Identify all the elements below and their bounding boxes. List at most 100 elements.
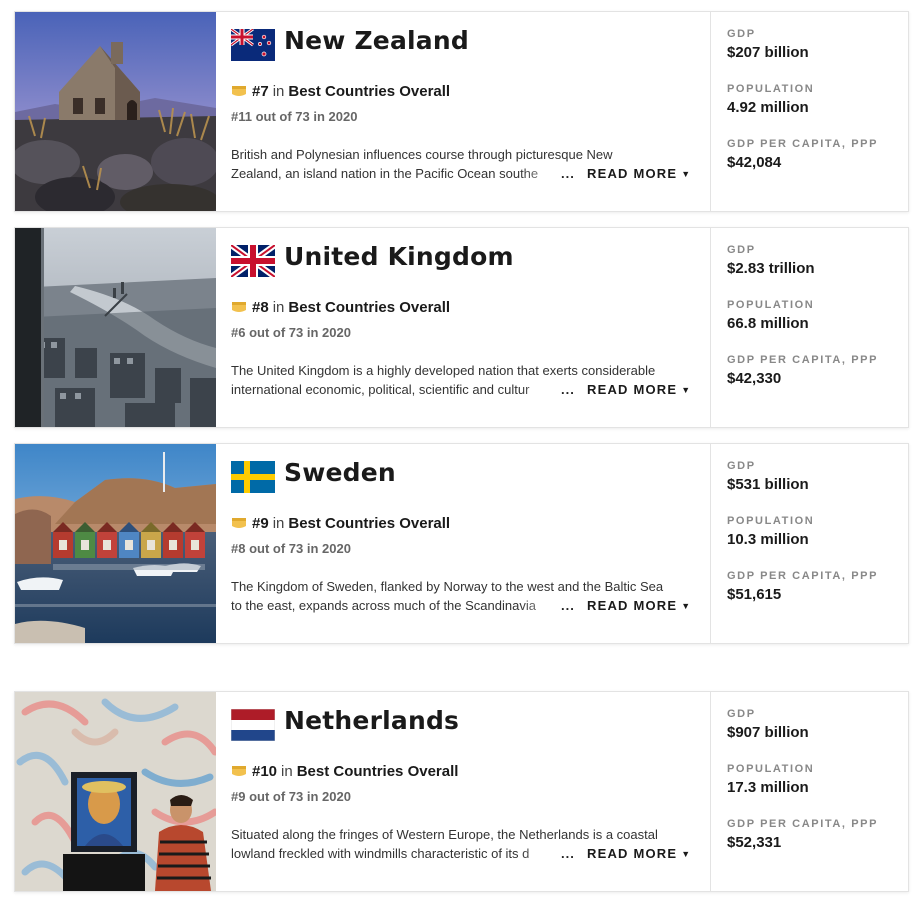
previous-rank: #8 out of 73 in 2020 (231, 541, 351, 556)
rank-number: #9 (252, 515, 269, 532)
chevron-down-icon: ▼ (681, 601, 692, 611)
country-summary: Netherlands #10 in Best Countries Overal… (231, 692, 709, 891)
stat-value: $207 billion (727, 44, 809, 61)
description-line-1: The United Kingdom is a highly developed… (231, 363, 656, 378)
rank-line: #8 in Best Countries Overall (231, 299, 450, 316)
sweden-flag-icon (231, 461, 275, 493)
medal-icon (231, 85, 247, 98)
chevron-down-icon: ▼ (681, 169, 692, 179)
stat-label: GDP PER CAPITA, PPP (727, 570, 879, 582)
country-stats: GDP $207 billion POPULATION 4.92 million… (710, 12, 909, 211)
country-photo[interactable] (15, 692, 216, 891)
rank-in-text: in (272, 515, 285, 532)
read-more-button[interactable]: READ MORE ▼ (587, 380, 691, 400)
stat-label: GDP PER CAPITA, PPP (727, 138, 879, 150)
stat-value: $2.83 trillion (727, 260, 815, 277)
description-line-2: international economic, political, scien… (231, 382, 530, 397)
chevron-down-icon: ▼ (681, 849, 692, 859)
country-photo[interactable] (15, 228, 216, 427)
stat-label: POPULATION (727, 763, 815, 775)
rank-in-text: in (272, 83, 285, 100)
stat-value: 17.3 million (727, 779, 809, 796)
description-line-2: lowland freckled with windmills characte… (231, 846, 530, 861)
stat-value: 10.3 million (727, 531, 809, 548)
stat-population: POPULATION 66.8 million (727, 299, 814, 332)
country-card-new-zealand[interactable]: New Zealand #7 in Best Countries Overall… (14, 11, 909, 212)
rank-number: #10 (252, 763, 278, 780)
country-description: Situated along the fringes of Western Eu… (231, 825, 693, 863)
stat-value: $531 billion (727, 476, 809, 493)
ranking-list-link[interactable]: Best Countries Overall (288, 299, 450, 316)
stat-value: 66.8 million (727, 315, 809, 332)
country-stats: GDP $531 billion POPULATION 10.3 million… (710, 444, 909, 643)
read-more-label: READ MORE (587, 846, 678, 861)
ranking-list-link[interactable]: Best Countries Overall (288, 83, 450, 100)
description-line-1: Situated along the fringes of Western Eu… (231, 827, 658, 842)
country-stats: GDP $2.83 trillion POPULATION 66.8 milli… (710, 228, 909, 427)
ranking-list-link[interactable]: Best Countries Overall (288, 515, 450, 532)
country-name[interactable]: United Kingdom (284, 242, 514, 271)
country-summary: Sweden #9 in Best Countries Overall #8 o… (231, 444, 709, 643)
ranking-list-link[interactable]: Best Countries Overall (297, 763, 459, 780)
country-name[interactable]: New Zealand (284, 26, 469, 55)
country-card-sweden[interactable]: Sweden #9 in Best Countries Overall #8 o… (14, 443, 909, 644)
country-card-netherlands[interactable]: Netherlands #10 in Best Countries Overal… (14, 691, 909, 892)
new-zealand-flag-icon (231, 29, 275, 61)
rank-number: #8 (252, 299, 269, 316)
stat-value: $42,084 (727, 154, 782, 171)
country-stats: GDP $907 billion POPULATION 17.3 million… (710, 692, 909, 891)
description-line-2: to the east, expands across much of the … (231, 598, 536, 613)
stat-label: GDP (727, 28, 756, 40)
stat-gdp: GDP $531 billion (727, 460, 809, 493)
united-kingdom-flag-icon (231, 245, 275, 277)
read-more-button[interactable]: READ MORE ▼ (587, 164, 691, 184)
stat-gdp-per-capita: GDP PER CAPITA, PPP $42,330 (727, 354, 878, 387)
rank-line: #10 in Best Countries Overall (231, 763, 458, 780)
stat-population: POPULATION 4.92 million (727, 83, 814, 116)
country-description: The Kingdom of Sweden, flanked by Norway… (231, 577, 693, 615)
read-more-button[interactable]: READ MORE ▼ (587, 844, 691, 864)
country-name[interactable]: Netherlands (284, 706, 459, 735)
stat-label: POPULATION (727, 83, 815, 95)
stat-label: GDP (727, 460, 756, 472)
stat-gdp: GDP $907 billion (727, 708, 809, 741)
stat-value: $51,615 (727, 586, 782, 603)
stat-gdp-per-capita: GDP PER CAPITA, PPP $51,615 (727, 570, 878, 603)
previous-rank: #9 out of 73 in 2020 (231, 789, 351, 804)
chevron-down-icon: ▼ (681, 385, 692, 395)
ellipsis: ... (561, 166, 575, 181)
stat-label: GDP (727, 244, 756, 256)
country-card-united-kingdom[interactable]: United Kingdom #8 in Best Countries Over… (14, 227, 909, 428)
ellipsis: ... (561, 846, 575, 861)
stat-gdp: GDP $2.83 trillion (727, 244, 815, 277)
previous-rank: #11 out of 73 in 2020 (231, 109, 358, 124)
country-name[interactable]: Sweden (284, 458, 396, 487)
stat-label: GDP PER CAPITA, PPP (727, 354, 879, 366)
netherlands-flag-icon (231, 709, 275, 741)
rank-line: #7 in Best Countries Overall (231, 83, 450, 100)
read-more-label: READ MORE (587, 382, 678, 397)
description-line-2: Zealand, an island nation in the Pacific… (231, 166, 539, 181)
stat-value: 4.92 million (727, 99, 809, 116)
country-summary: New Zealand #7 in Best Countries Overall… (231, 12, 709, 211)
country-description: British and Polynesian influences course… (231, 145, 693, 183)
rank-in-text: in (272, 299, 285, 316)
stat-label: GDP (727, 708, 756, 720)
description-line-1: The Kingdom of Sweden, flanked by Norway… (231, 579, 664, 594)
medal-icon (231, 301, 247, 314)
read-more-label: READ MORE (587, 166, 678, 181)
read-more-button[interactable]: READ MORE ▼ (587, 596, 691, 616)
country-photo[interactable] (15, 12, 216, 211)
read-more-label: READ MORE (587, 598, 678, 613)
previous-rank: #6 out of 73 in 2020 (231, 325, 351, 340)
stat-value: $52,331 (727, 834, 782, 851)
country-summary: United Kingdom #8 in Best Countries Over… (231, 228, 709, 427)
stat-value: $907 billion (727, 724, 809, 741)
stat-population: POPULATION 17.3 million (727, 763, 814, 796)
ellipsis: ... (561, 382, 575, 397)
country-photo[interactable] (15, 444, 216, 643)
stat-label: GDP PER CAPITA, PPP (727, 818, 879, 830)
rank-line: #9 in Best Countries Overall (231, 515, 450, 532)
stat-label: POPULATION (727, 299, 815, 311)
stat-gdp: GDP $207 billion (727, 28, 809, 61)
